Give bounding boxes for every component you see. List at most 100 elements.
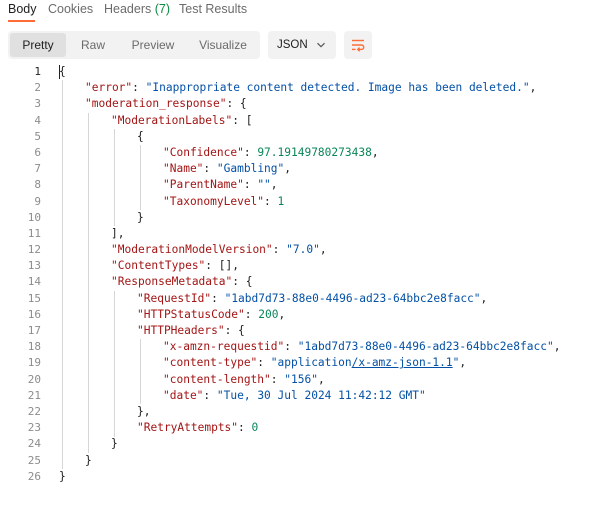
code-token: 1: [277, 194, 285, 208]
code-token: {: [137, 129, 144, 143]
line-number: 11: [27, 226, 41, 240]
code-token: :: [238, 421, 252, 435]
raw-button[interactable]: Raw: [68, 33, 118, 57]
preview-button[interactable]: Preview: [122, 33, 184, 57]
response-tabs: Body Cookies Headers (7) Test Results: [0, 0, 600, 22]
line-number: 1: [34, 65, 41, 78]
code-token: "Name": [163, 162, 204, 176]
code-token: "1abd7d73-88e0-4496-ad23-64bbc2e8facc": [297, 340, 554, 354]
code-line: 16 "HTTPStatusCode": 200,: [0, 307, 600, 323]
code-token: "ContentTypes": [111, 259, 206, 273]
code-token: :: [272, 243, 287, 257]
code-line: 24}: [0, 436, 600, 452]
code-line: 25}: [0, 453, 600, 469]
code-line: 15 "RequestId": "1abd7d73-88e0-4496-ad23-…: [0, 291, 600, 307]
code-line: 1{: [0, 64, 600, 80]
indent-guide: [62, 80, 63, 469]
code-line: 10}: [0, 210, 600, 226]
code-token: : {: [226, 97, 247, 111]
text-cursor: [59, 65, 60, 79]
code-token: "HTTPHeaders": [137, 324, 225, 337]
code-token: "content-type": [163, 356, 258, 370]
visualize-label: Visualize: [199, 38, 247, 52]
code-text: "RequestId": "1abd7d73-88e0-4496-ad23-64…: [137, 291, 487, 307]
code-line: 13 "ContentTypes": [],: [0, 258, 600, 274]
code-token: "error": [85, 81, 133, 95]
code-text: "RetryAttempts": 0: [137, 420, 258, 436]
code-token: },: [137, 404, 151, 418]
code-text: }: [85, 453, 92, 469]
code-token: "ParentName": [163, 178, 244, 192]
code-token: :: [243, 145, 258, 159]
tab-body-label: Body: [8, 2, 37, 16]
pretty-button[interactable]: Pretty: [10, 33, 66, 57]
visualize-button[interactable]: Visualize: [188, 33, 258, 57]
indent-guide: [114, 290, 115, 437]
code-line: 11],: [0, 226, 600, 242]
code-token: ,: [480, 291, 488, 305]
code-token: ,: [371, 145, 379, 159]
tab-headers[interactable]: Headers (7): [104, 2, 170, 16]
line-number: 26: [27, 469, 41, 483]
line-number: 19: [27, 356, 41, 370]
code-token: : {: [232, 275, 253, 289]
code-text: "Confidence": 97.19149780273438,: [163, 145, 379, 161]
line-number: 22: [27, 404, 41, 418]
code-text: },: [137, 404, 150, 420]
code-line: 12 "ModerationModelVersion": "7.0",: [0, 242, 600, 258]
code-token: "x-amzn-requestid": [163, 340, 285, 354]
code-token: ,: [529, 81, 537, 95]
code-token: :: [244, 307, 259, 321]
line-number: 2: [34, 81, 41, 95]
code-line: 7 "Name": "Gambling",: [0, 161, 600, 177]
response-body-viewer[interactable]: 1{2 "error": "Inappropriate content detec…: [0, 64, 600, 485]
code-line: 14 "ResponseMetadata": {: [0, 274, 600, 290]
line-number: 3: [34, 97, 41, 111]
code-text: "content-length": "156",: [163, 372, 325, 388]
code-token: 0: [251, 421, 259, 435]
tab-cookies-label: Cookies: [48, 2, 94, 16]
code-token: "RequestId": [137, 291, 212, 305]
code-token: :: [211, 291, 225, 305]
line-number: 8: [34, 178, 41, 192]
code-text: "HTTPHeaders": {: [137, 323, 245, 339]
code-token: :: [243, 178, 258, 192]
code-line: 21 "date": "Tue, 30 Jul 2024 11:42:12 GMT…: [0, 388, 600, 404]
code-token: "ModerationLabels": [111, 113, 233, 127]
code-token: /x-amz-json-1.1: [351, 356, 453, 370]
code-token: "moderation_response": [85, 97, 227, 111]
code-token: ,: [270, 178, 278, 192]
code-token: :: [270, 372, 285, 386]
line-number: 16: [27, 307, 41, 321]
code-line: 22},: [0, 404, 600, 420]
code-token: "Confidence": [163, 145, 244, 159]
code-token: : [],: [205, 259, 239, 273]
code-text: "ModerationLabels": [: [111, 113, 252, 129]
tab-cookies[interactable]: Cookies: [48, 2, 93, 16]
code-text: "date": "Tue, 30 Jul 2024 11:42:12 GMT": [163, 388, 426, 404]
code-token: "": [257, 178, 271, 192]
code-token: "HTTPStatusCode": [137, 307, 245, 321]
line-number: 7: [34, 162, 41, 176]
code-text: "ParentName": "",: [163, 177, 278, 193]
wrap-lines-button[interactable]: [344, 31, 372, 59]
code-token: "1abd7d73-88e0-4496-ad23-64bbc2e8facc": [224, 291, 481, 305]
indent-guide: [114, 128, 115, 226]
code-token: }: [111, 437, 118, 451]
code-token: {: [59, 65, 66, 78]
line-number: 4: [34, 113, 41, 127]
code-text: "TaxonomyLevel": 1: [163, 194, 284, 210]
tab-body[interactable]: Body: [8, 2, 37, 16]
code-line: 23 "RetryAttempts": 0: [0, 420, 600, 436]
code-token: :: [203, 162, 217, 176]
chevron-down-icon: [317, 42, 325, 48]
code-token: "date": [163, 388, 204, 402]
code-token: "ModerationModelVersion": [111, 243, 273, 257]
tab-test-results[interactable]: Test Results: [179, 2, 247, 16]
preview-label: Preview: [131, 38, 175, 52]
code-token: }: [59, 469, 66, 483]
code-text: "ContentTypes": [],: [111, 258, 239, 274]
code-line: 2 "error": "Inappropriate content detecte…: [0, 80, 600, 96]
code-token: :: [257, 356, 271, 370]
format-dropdown[interactable]: JSON: [268, 31, 336, 59]
